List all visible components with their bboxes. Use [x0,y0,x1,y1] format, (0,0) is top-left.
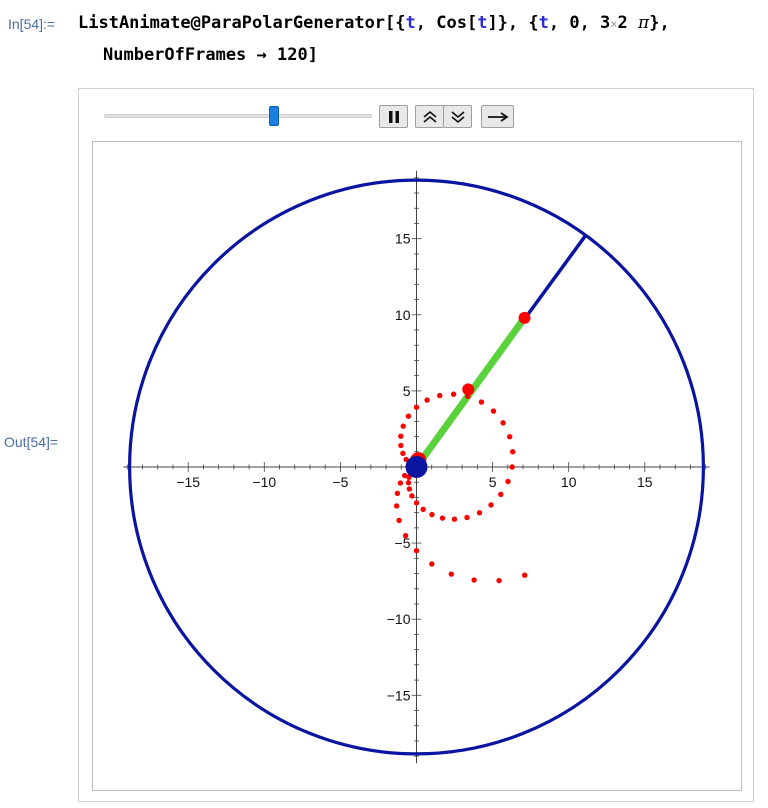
y-tick-label: −5 [395,535,411,551]
trace-point [429,511,435,518]
y-tick-label: 5 [403,383,411,399]
code-var-t: t [477,13,488,33]
trace-point [402,533,409,539]
trace-point [506,434,513,440]
trace-point [450,391,457,397]
code-times-symbol: × [610,17,618,31]
trace-point [405,480,412,486]
faster-icon [422,110,437,123]
current-point [462,383,475,396]
x-tick-label: 10 [561,474,577,490]
origin-disk [405,456,428,478]
code-two: 2 [617,13,628,33]
trace-point [393,503,400,509]
trace-point [420,506,426,513]
trace-point [394,490,401,497]
code-tail: }, [649,13,670,33]
input-code-line-1[interactable]: ListAnimate@ParaPolarGenerator[{t, Cos[t… [78,13,670,33]
code-head: ListAnimate@ParaPolarGenerator[{ [78,13,406,33]
pause-button[interactable] [379,105,408,128]
x-tick-label: −10 [252,474,276,490]
trace-point [496,577,502,584]
trace-point [437,392,443,399]
code-mid-3: , 0, 3 [548,13,611,33]
trace-point [413,404,420,410]
input-code-line-2[interactable]: NumberOfFrames → 120] [103,45,318,65]
trace-point [498,491,504,498]
trace-point [424,397,430,403]
x-tick-label: −15 [176,474,200,490]
trace-point [406,486,413,492]
code-var-t: t [538,13,549,33]
trace-point [522,572,528,578]
output-cell-label: Out[54]= [4,434,59,450]
y-tick-label: 10 [395,307,411,323]
y-tick-label: −15 [387,687,411,703]
trace-point [400,450,406,457]
faster-button[interactable] [415,105,444,128]
trace-point [401,472,408,479]
trace-point [397,480,404,486]
trace-point [510,449,516,455]
trace-point [405,413,412,419]
code-mid-1: , Cos[ [415,13,478,33]
direction-button[interactable] [481,105,514,128]
trace-point [490,408,497,414]
slower-icon [450,110,465,123]
trace-point [448,571,455,577]
direction-icon [487,111,509,122]
trace-point [488,502,494,508]
x-tick-label: 5 [489,474,497,490]
trace-point [396,517,402,524]
animation-slider-thumb[interactable] [269,106,280,126]
trace-point [478,399,485,405]
trace-point [400,423,406,429]
x-tick-label: −5 [332,474,348,490]
polar-plot: −15 −10 −5 5 10 15 −15 −10 −5 5 10 15 [123,170,710,764]
trace-point [413,547,420,554]
trace-point [451,516,458,522]
trace-point [409,493,415,499]
pause-icon [388,110,399,123]
trace-point [398,433,404,439]
trace-point [476,510,483,516]
code-mid-2: ]}, { [487,13,539,33]
trace-point [413,500,420,506]
trace-point [398,442,404,449]
slower-button[interactable] [443,105,472,128]
animation-slider-track[interactable] [104,114,372,118]
code-pi: π [638,13,650,33]
trace-point [471,577,477,583]
trace-point [464,514,470,521]
input-cell-label: In[54]:= [8,16,56,32]
code-var-t: t [405,13,416,33]
y-tick-label: −10 [387,611,411,627]
trace-point [500,420,506,426]
y-tick-label: 15 [395,231,411,247]
trace-point [505,478,511,485]
trace-point [439,515,446,521]
trace-point [509,464,515,470]
trace-point [429,561,435,567]
x-tick-label: 15 [637,474,653,490]
current-point [518,311,531,324]
